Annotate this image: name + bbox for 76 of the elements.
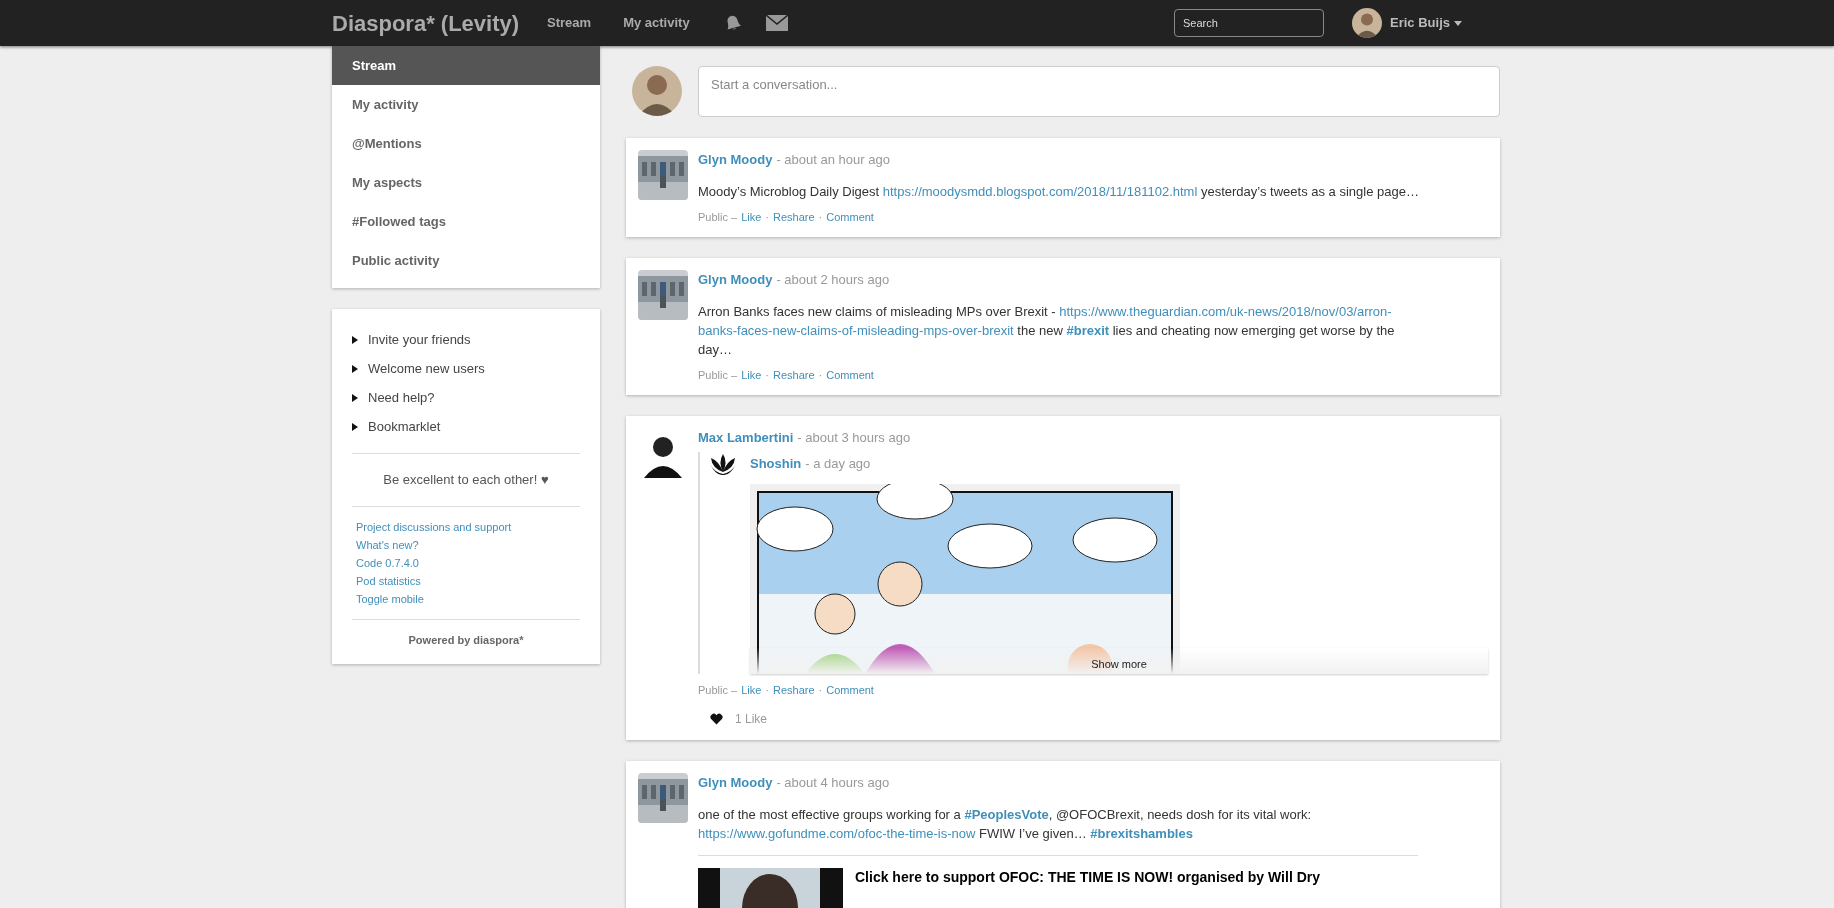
hashtag-link[interactable]: #brexitshambles [1090, 825, 1193, 841]
author-link[interactable]: Shoshin [750, 453, 802, 474]
post-action-link[interactable]: Like [741, 681, 762, 698]
sidebar-section-link[interactable]: Bookmarklet [368, 416, 441, 437]
powered-by-text: Powered by diaspora* [407, 632, 525, 648]
footer-link[interactable]: Code 0.7.4.0 [356, 554, 576, 571]
conversation-field[interactable]: Start a conversation... [698, 66, 1500, 117]
nav-link[interactable]: My activity [623, 13, 690, 33]
action-separator: · [818, 682, 823, 698]
post-action-link[interactable]: Like [741, 366, 762, 383]
post-link[interactable]: https://moodysmdd.blogspot.com/2018/11/181102.html [882, 183, 1198, 199]
embed-title-link[interactable]: Click here to support OFOC: THE TIME IS NOW! organised by Will Dry [855, 867, 1321, 908]
user-avatar [638, 773, 688, 823]
sidebar-section-link[interactable]: Invite your friends [368, 329, 471, 350]
post-action-link[interactable]: Reshare [773, 366, 815, 383]
visibility-label: Public – [698, 367, 738, 383]
post-time: - about 2 hours ago [776, 271, 890, 289]
post-time: - about 3 hours ago [797, 429, 911, 447]
show-more-button[interactable]: Show more [750, 647, 1488, 674]
visibility-label: Public – [698, 209, 738, 225]
user-avatar [638, 270, 688, 320]
action-separator: · [818, 367, 823, 383]
post-action-link[interactable]: Comment [826, 366, 874, 383]
footer-link[interactable]: Toggle mobile [356, 590, 576, 607]
sidebar-nav-item[interactable]: My aspects [332, 163, 600, 202]
post-action-link[interactable]: Reshare [773, 681, 815, 698]
post-action-link[interactable]: Comment [826, 681, 874, 698]
visibility-label: Public – [698, 682, 738, 698]
footer-link[interactable]: Project discussions and support [356, 518, 576, 535]
expand-triangle-icon[interactable] [352, 422, 358, 431]
action-separator: · [765, 682, 769, 698]
heart-icon [710, 713, 723, 725]
user-menu-button[interactable]: Eric Buijs [1390, 13, 1462, 33]
action-separator: · [765, 367, 769, 383]
footer-link[interactable]: What's new? [356, 536, 576, 553]
user-avatar [632, 66, 682, 116]
post-time: - about 4 hours ago [776, 774, 890, 792]
caret-icon [1454, 20, 1462, 26]
author-link[interactable]: Max Lambertini [698, 428, 794, 448]
mail-icon[interactable] [765, 15, 788, 31]
expand-triangle-icon[interactable] [352, 364, 358, 373]
author-link[interactable]: Glyn Moody [698, 773, 773, 793]
likes-count: 1 Like [735, 711, 768, 728]
post-time: - about an hour ago [776, 151, 890, 169]
author-link[interactable]: Glyn Moody [698, 150, 773, 170]
sidebar-nav-item[interactable]: @Mentions [332, 124, 600, 163]
post-action-link[interactable]: Like [741, 208, 762, 225]
user-avatar [638, 150, 688, 200]
sidebar-nav-item[interactable]: Public activity [332, 241, 600, 280]
sidebar-nav-item[interactable]: #Followed tags [332, 202, 600, 241]
search-field[interactable]: Search [1174, 9, 1325, 37]
post-time: - a day ago [805, 454, 871, 473]
expand-triangle-icon[interactable] [352, 335, 358, 344]
post-link[interactable]: https://www.gofundme.com/ofoc-the-time-is-now [698, 825, 976, 841]
post-text: Moody’s Microblog Daily Digest https://moodysmdd.blogspot.com/2018/11/181102.html yesterday’s tweets as a single page… [698, 182, 1420, 201]
user-avatar [1352, 8, 1383, 38]
hashtag-link[interactable]: #PeoplesVote [964, 806, 1049, 822]
brand-logo[interactable]: Diaspora* (Levity) [332, 6, 520, 40]
sidebar-section-link[interactable]: Welcome new users [368, 358, 485, 379]
post-action-link[interactable]: Comment [826, 208, 874, 225]
expand-triangle-icon[interactable] [352, 393, 358, 402]
nav-link[interactable]: Stream [547, 13, 592, 33]
action-separator: · [765, 209, 769, 225]
post-action-link[interactable]: Reshare [773, 208, 815, 225]
hashtag-link[interactable]: #brexit [1066, 322, 1110, 338]
post-text: Arron Banks faces new claims of misleading MPs over Brexit - https://www.theguardian.com/uk-news/2018/nov/03/arron- banks-faces-new-claims-of-misleading-mps-over-brexit the new #brexit lies and cheating now emerging get worse by the day… [698, 302, 1396, 359]
post-text: one of the most effective groups working for a #PeoplesVote, @OFOCBrexit, needs dosh for its vital work: https://www.gofundme.com/ofoc-the-time-is-now FWIW I’ve given… #brexitshambles [698, 805, 1313, 843]
action-separator: · [818, 209, 823, 225]
sidebar-section-link[interactable]: Need help? [368, 387, 435, 408]
motto-text: Be excellent to each other! ♥ [382, 471, 550, 489]
footer-link[interactable]: Pod statistics [356, 572, 576, 589]
sidebar-nav-item[interactable]: My activity [332, 85, 600, 124]
author-link[interactable]: Glyn Moody [698, 270, 773, 290]
sidebar-nav-item[interactable]: Stream [332, 46, 600, 85]
post-link[interactable]: https://www.theguardian.com/uk-news/2018/nov/03/arron- [1059, 303, 1392, 319]
post-link[interactable]: banks-faces-new-claims-of-misleading-mps-over-brexit [698, 322, 1014, 338]
